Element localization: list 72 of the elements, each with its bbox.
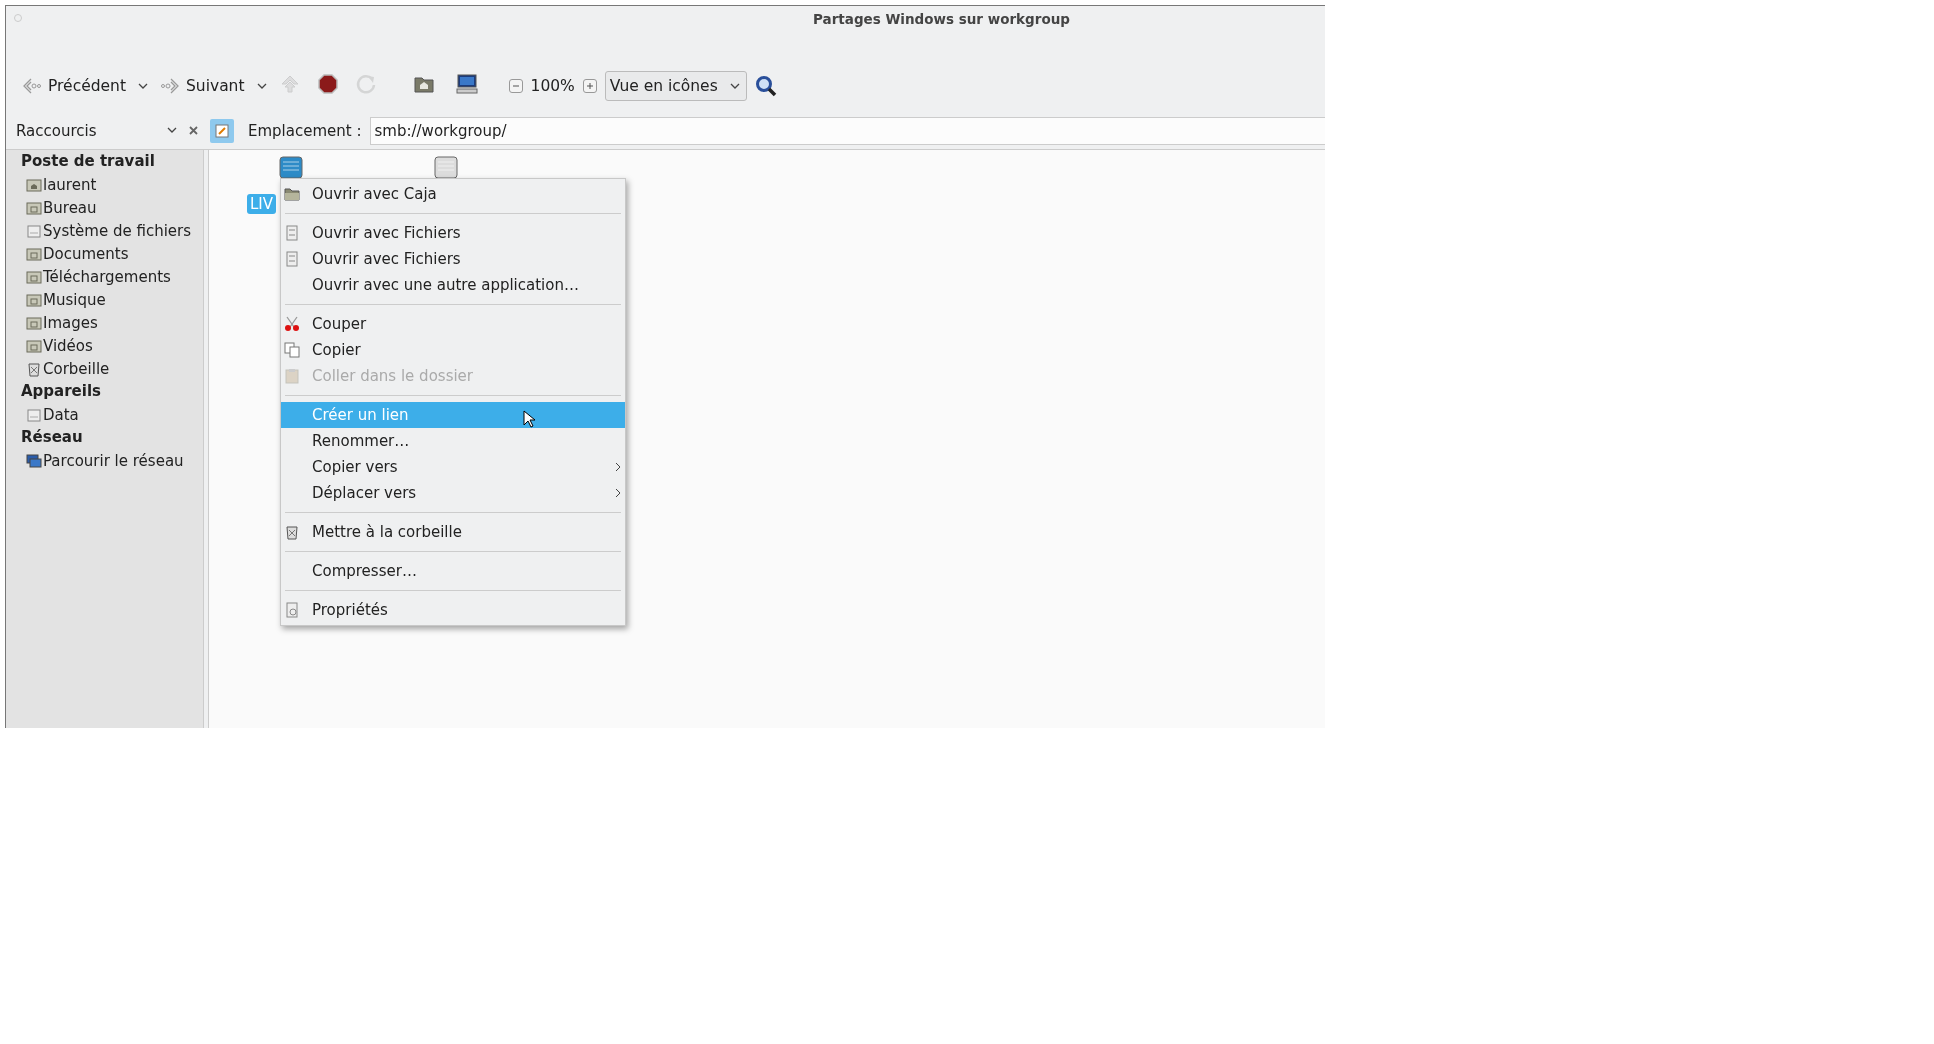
forward-button[interactable]: Suivant: [156, 75, 249, 97]
folder-icon: [26, 337, 42, 354]
folder-icon: [284, 186, 300, 202]
sidebar-item[interactable]: Data: [43, 405, 79, 424]
folder-icon: [26, 199, 42, 216]
drive-icon: [26, 222, 42, 239]
minus-icon: [511, 82, 520, 90]
sidebar-item[interactable]: Système de fichiers: [43, 221, 192, 240]
menu-item[interactable]: Copier: [281, 337, 625, 363]
folder-icon: [26, 314, 42, 331]
computer-icon[interactable]: [454, 73, 479, 95]
caret-icon: [167, 127, 177, 134]
folder-icon: [26, 245, 42, 262]
view-select[interactable]: Vue en icônes: [604, 71, 747, 101]
pencil-note-icon: [215, 123, 229, 138]
menu-item[interactable]: Compresser…: [281, 558, 625, 584]
home-folder-icon: [26, 176, 42, 193]
server-icon[interactable]: [434, 156, 458, 178]
sidebar-item[interactable]: Bureau: [43, 198, 97, 217]
sidebar-item[interactable]: laurent: [43, 175, 97, 194]
zoom-in-button[interactable]: [582, 79, 597, 93]
search-icon[interactable]: [754, 75, 777, 97]
menu-item[interactable]: Mettre à la corbeille: [281, 519, 625, 545]
menu-item[interactable]: Copier vers: [281, 454, 625, 480]
folder-icon: [26, 268, 42, 285]
file-cabinet-icon: [284, 225, 300, 241]
location-label: Emplacement :: [248, 121, 362, 140]
server-icon[interactable]: [279, 156, 303, 178]
file-cabinet-icon: [284, 251, 300, 267]
sidebar-item[interactable]: Vidéos: [43, 336, 93, 355]
zoom-out-button[interactable]: [508, 79, 523, 93]
sidebar-heading: Poste de travail: [21, 151, 156, 172]
menu-item[interactable]: Ouvrir avec Caja: [281, 181, 625, 207]
mouse-pointer-icon: [523, 410, 535, 428]
caret-icon: [256, 82, 267, 90]
trash-icon: [26, 360, 42, 377]
sidebar-item[interactable]: Parcourir le réseau: [43, 451, 184, 470]
sidebar-item[interactable]: Musique: [43, 290, 106, 309]
copy-icon: [284, 342, 300, 358]
sidebar-item[interactable]: Téléchargements: [43, 267, 171, 286]
menu-item[interactable]: Ouvrir avec une autre application…: [281, 272, 625, 298]
menu-item[interactable]: Renommer…: [281, 428, 625, 454]
menu-item[interactable]: Couper: [281, 311, 625, 337]
location-field[interactable]: smb://workgroup/: [369, 116, 1325, 145]
back-arrow-icon: [22, 77, 42, 95]
trash-icon: [284, 524, 300, 540]
sidebar-item[interactable]: Documents: [43, 244, 129, 263]
clipboard-icon: [284, 368, 300, 384]
sidebar-heading: Réseau: [21, 427, 84, 448]
zoom-level: 100%: [530, 77, 575, 95]
menu-item[interactable]: Propriétés: [281, 597, 625, 623]
scissors-icon: [284, 316, 300, 332]
network-icon: [26, 452, 42, 469]
sidebar-item[interactable]: Corbeille: [43, 359, 110, 378]
sidebar-heading: Appareils: [21, 381, 102, 402]
edit-location-button[interactable]: [210, 118, 234, 143]
caret-icon: [138, 82, 148, 90]
drive-icon: [26, 406, 42, 423]
sidebar-item[interactable]: Images: [43, 313, 98, 332]
properties-icon: [284, 602, 300, 618]
window-title: Partages Windows sur workgroup: [813, 11, 1070, 29]
menu-item[interactable]: Déplacer vers: [281, 480, 625, 506]
sidebar-title: Raccourcis: [16, 121, 98, 140]
plus-icon: [585, 82, 594, 90]
menu-item[interactable]: Ouvrir avec Fichiers: [281, 246, 625, 272]
back-button[interactable]: Précédent: [18, 75, 130, 97]
stop-icon[interactable]: [316, 73, 339, 95]
menu-item[interactable]: Ouvrir avec Fichiers: [281, 220, 625, 246]
caret-icon: [729, 82, 740, 90]
folder-icon: [26, 291, 42, 308]
close-icon[interactable]: [189, 126, 198, 135]
forward-arrow-icon: [160, 77, 180, 95]
